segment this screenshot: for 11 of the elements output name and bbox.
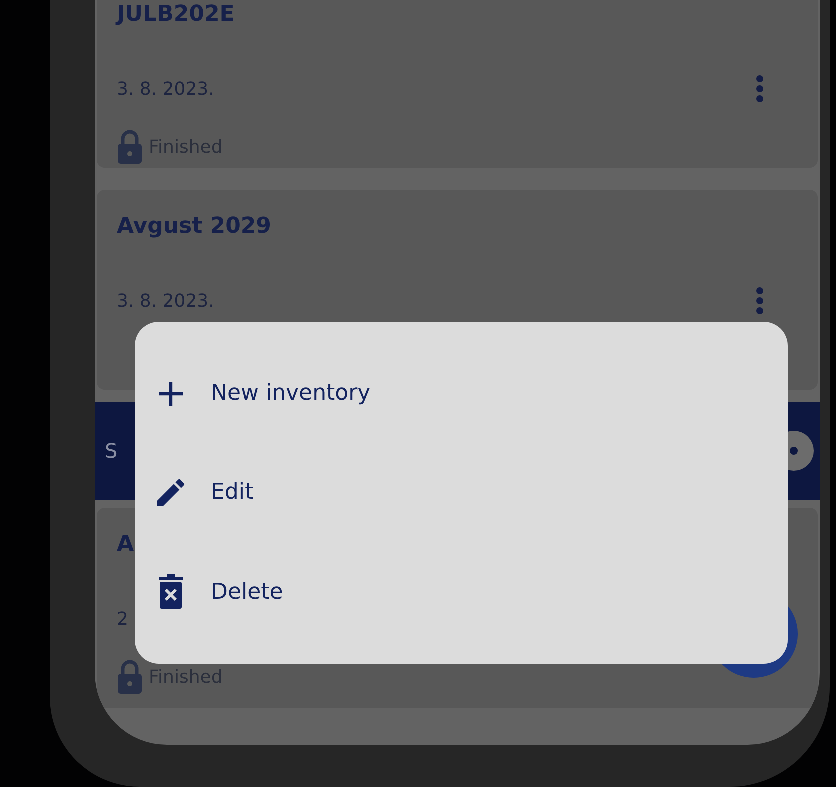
more-options-icon[interactable] — [756, 287, 764, 315]
inventory-date: 2 — [117, 608, 128, 630]
inventory-title: Avgust 2029 — [117, 213, 272, 241]
menu-item[interactable]: Delete — [135, 542, 788, 642]
inventory-title: A — [117, 531, 136, 559]
inventory-date: 3. 8. 2023. — [117, 78, 214, 100]
more-options-icon[interactable] — [756, 75, 764, 103]
menu-item[interactable]: Edit — [135, 443, 788, 543]
inventory-date: 3. 8. 2023. — [117, 290, 214, 312]
section-title: S — [105, 439, 118, 463]
inventory-title: JULB202E — [117, 1, 236, 29]
